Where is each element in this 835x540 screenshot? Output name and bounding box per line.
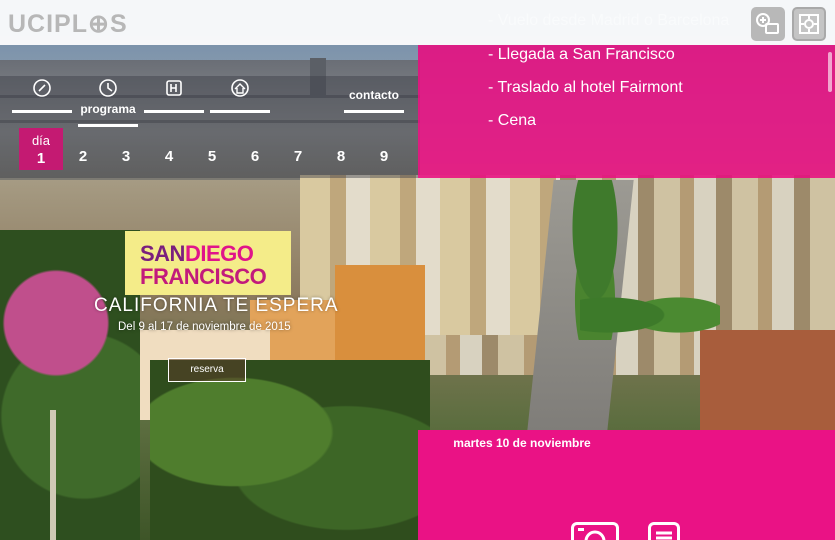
document-icon[interactable] xyxy=(648,522,680,540)
info-icon xyxy=(32,78,52,98)
day-label: día xyxy=(31,133,51,148)
trees xyxy=(580,280,720,350)
contact-card-icon[interactable] xyxy=(751,7,785,41)
nav-item-hotel[interactable] xyxy=(144,78,204,128)
camera-icon[interactable] xyxy=(571,522,619,540)
nav-underline xyxy=(344,110,404,113)
day-2-button[interactable]: 2 xyxy=(63,128,103,170)
schedule-item: - Traslado al hotel Fairmont xyxy=(488,79,683,96)
day-3-button[interactable]: 3 xyxy=(106,128,146,170)
street-lamp xyxy=(50,410,56,540)
day-5-button[interactable]: 5 xyxy=(192,128,232,170)
reserva-button[interactable]: reserva xyxy=(168,358,246,382)
trees xyxy=(150,360,430,540)
nav-item-info[interactable] xyxy=(12,78,72,128)
promo-logo: SANDIEGO FRANCISCO xyxy=(125,231,291,295)
schedule-item: - Llegada a San Francisco xyxy=(488,46,675,63)
day-8-button[interactable]: 8 xyxy=(321,128,361,170)
next-day-title: martes 10 de noviembre xyxy=(418,430,626,454)
day-9-button[interactable]: 9 xyxy=(364,128,404,170)
day-4-button[interactable]: 4 xyxy=(149,128,189,170)
nav-item-programa[interactable]: programa xyxy=(78,78,138,128)
home-icon xyxy=(230,78,250,98)
nav-item-label: programa xyxy=(80,102,136,116)
trees xyxy=(0,230,140,540)
nav-underline xyxy=(144,110,204,113)
nav-item-label: contacto xyxy=(348,88,399,102)
nav-underline xyxy=(210,110,270,113)
promo-diego: DIEGO xyxy=(184,241,254,266)
nav-item-home[interactable] xyxy=(210,78,270,128)
nav-underline xyxy=(78,124,138,127)
schedule-item: - Vuelo desde Madrid o Barcelona xyxy=(488,12,730,29)
promo-san: SAN xyxy=(140,241,185,266)
logo[interactable]: UCIPL⊕S xyxy=(8,9,128,39)
day-1-button[interactable]: día 1 xyxy=(19,128,63,170)
promo-dates: Del 9 al 17 de noviembre de 2015 xyxy=(118,321,291,333)
day-7-button[interactable]: 7 xyxy=(278,128,318,170)
promo-title-line2: FRANCISCO xyxy=(140,264,267,289)
day-selector: día 1 2 3 4 5 6 7 8 9 xyxy=(0,128,418,170)
day-number: 1 xyxy=(36,150,46,167)
schedule-item: - Cena xyxy=(488,112,537,129)
hotel-icon xyxy=(164,78,184,98)
schedule-panel xyxy=(418,45,835,178)
nav-item-contacto[interactable]: contacto xyxy=(344,78,404,128)
nav-underline xyxy=(12,110,72,113)
clock-icon xyxy=(98,78,118,98)
promo-tagline: CALIFORNIA TE ESPERA xyxy=(94,295,339,316)
day-6-button[interactable]: 6 xyxy=(235,128,275,170)
settings-icon[interactable] xyxy=(792,7,826,41)
schedule-scrollbar[interactable] xyxy=(828,52,832,92)
